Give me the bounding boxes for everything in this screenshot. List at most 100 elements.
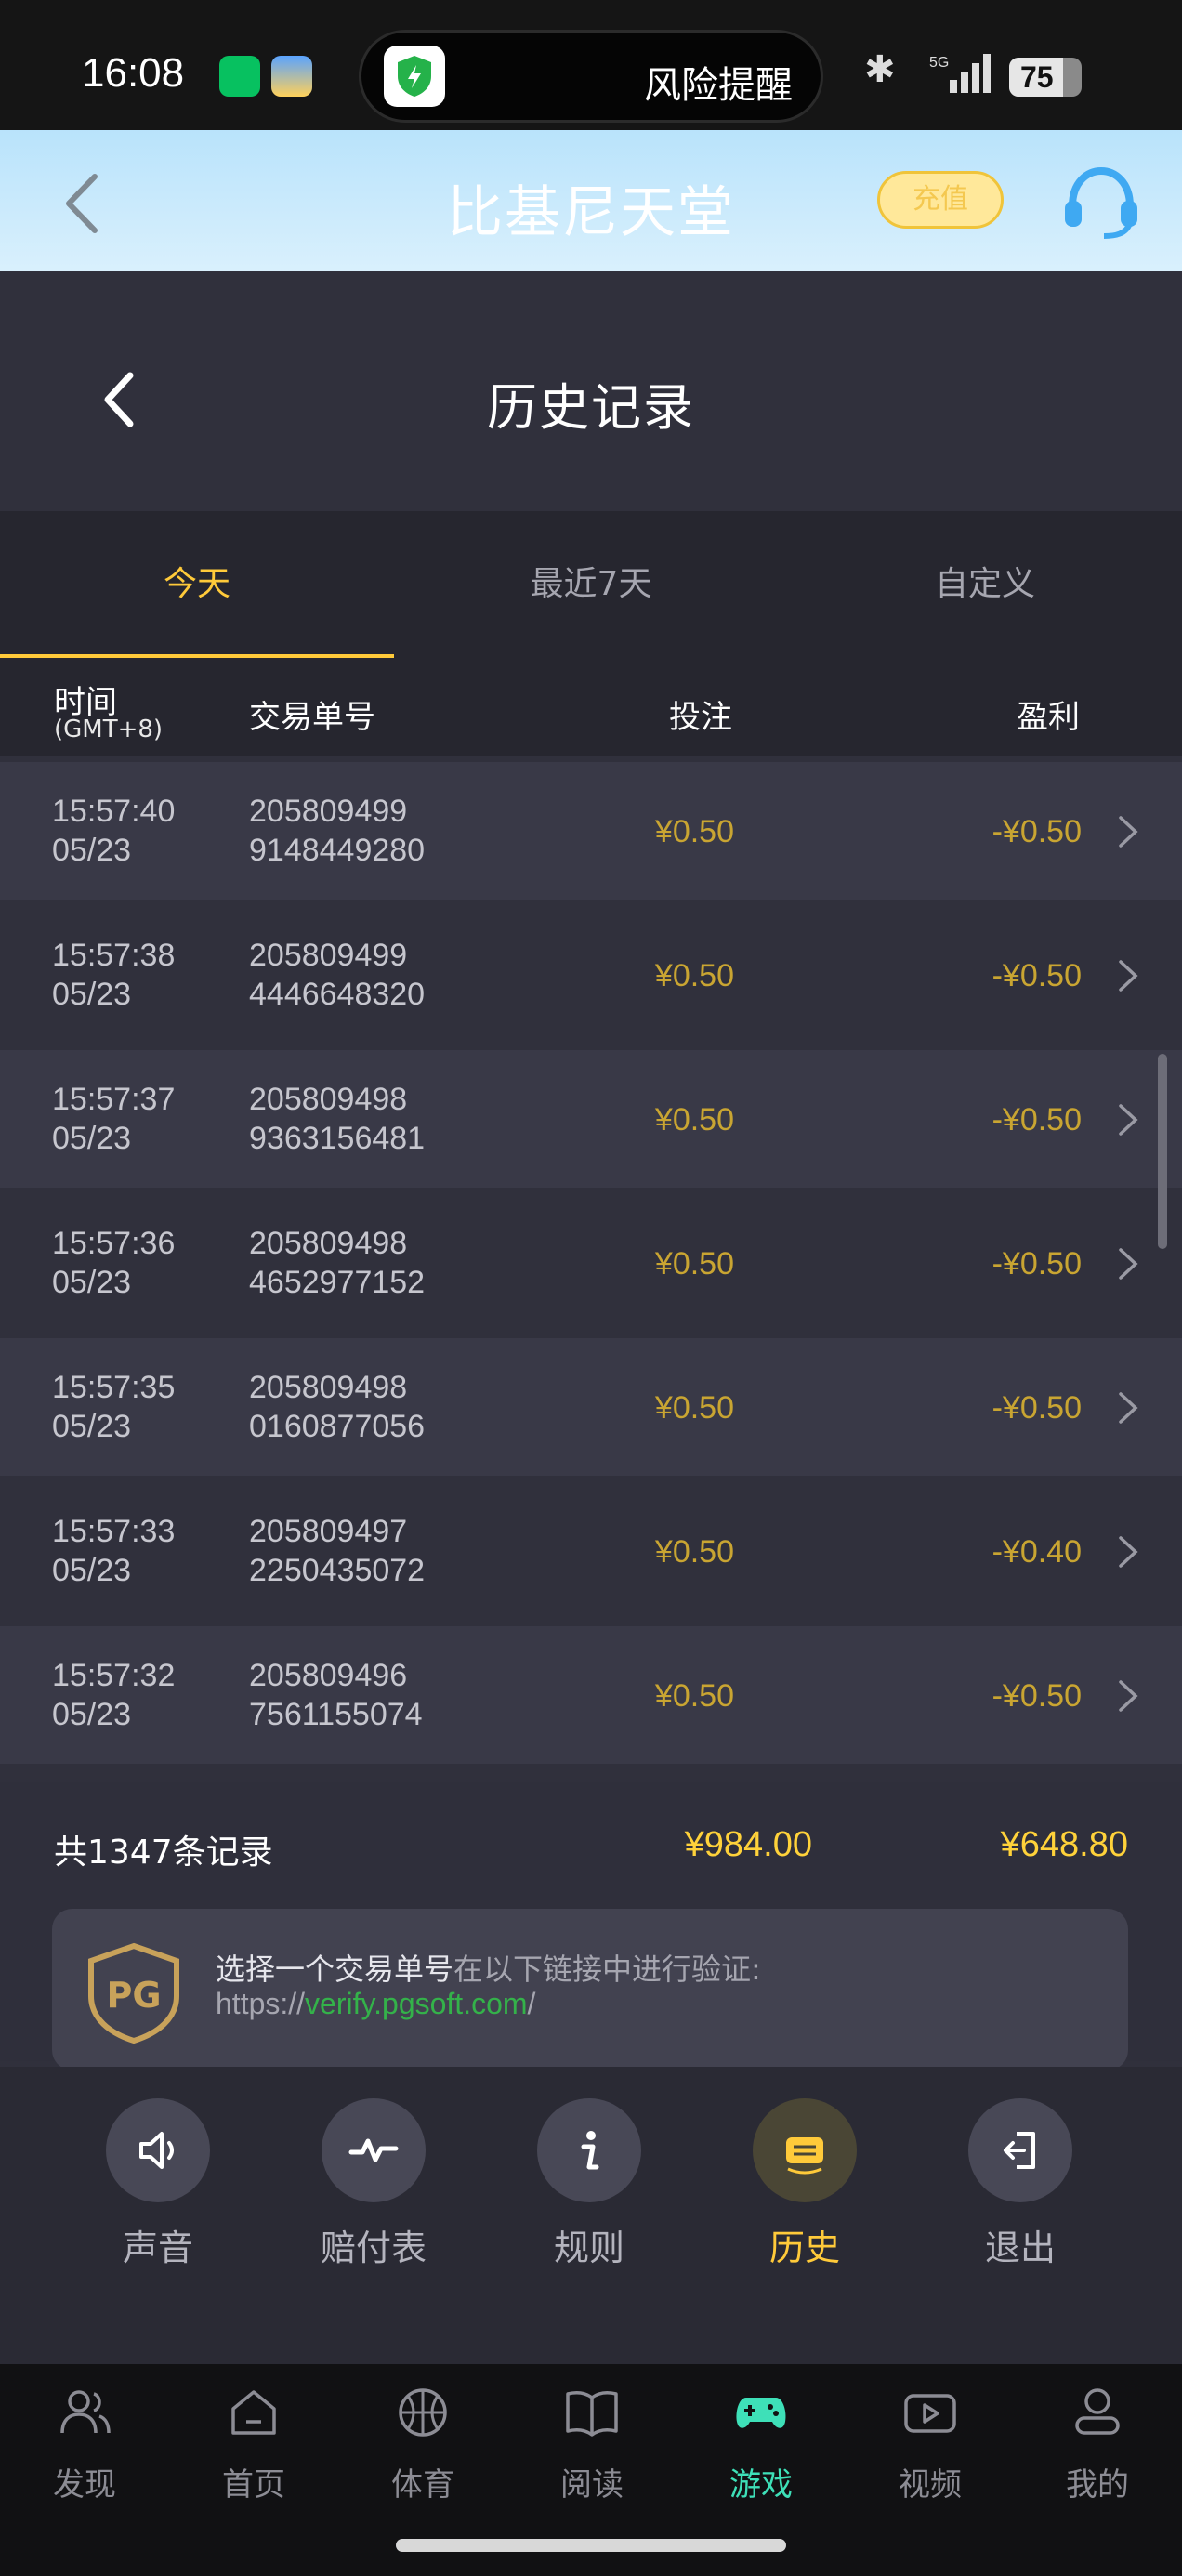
- total-bet: ¥984.00: [684, 1825, 812, 1864]
- total-records: 共1347条记录: [54, 1833, 273, 1872]
- verify-highlight: 选择一个交易单号: [216, 1952, 454, 1987]
- bluetooth-icon: ✱: [864, 48, 896, 91]
- nav-games[interactable]: 游戏: [676, 2385, 846, 2524]
- tab-last-7-days[interactable]: 最近7天: [394, 511, 788, 658]
- row-txn: 205809499: [249, 938, 408, 973]
- exit-button[interactable]: 退出: [927, 2098, 1113, 2303]
- nav-home[interactable]: 首页: [169, 2385, 338, 2524]
- row-date: 05/23: [52, 1121, 132, 1156]
- recharge-button[interactable]: 充值: [877, 171, 1004, 229]
- table-row[interactable]: 15:57:38 05/23 205809499 4446648320 ¥0.5…: [0, 906, 1182, 1044]
- table-row[interactable]: 15:57:32 05/23 205809496 7561155074 ¥0.5…: [0, 1626, 1182, 1764]
- row-time: 15:57:36: [52, 1226, 176, 1261]
- tab-custom[interactable]: 自定义: [788, 511, 1182, 658]
- row-txn-cont: 4446648320: [249, 977, 426, 1012]
- row-bet: ¥0.50: [654, 1678, 734, 1714]
- rules-label: 规则: [553, 2228, 624, 2268]
- network-label: 5G: [929, 55, 949, 71]
- history-label: 历史: [768, 2228, 840, 2268]
- row-bet: ¥0.50: [654, 958, 734, 993]
- column-profit: 盈利: [1017, 699, 1080, 736]
- chevron-right-icon: [1119, 960, 1138, 992]
- column-header: 时间 (GMT+8) 交易单号 投注 盈利: [0, 658, 1182, 756]
- headset-icon: [1065, 166, 1137, 239]
- row-bet: ¥0.50: [654, 1390, 734, 1426]
- row-txn: 205809499: [249, 794, 408, 829]
- nav-discover[interactable]: 发现: [0, 2385, 169, 2524]
- customer-service-button[interactable]: [1059, 165, 1143, 240]
- nav-discover-label: 发现: [53, 2466, 116, 2504]
- row-profit: -¥0.50: [992, 1246, 1082, 1281]
- sound-button[interactable]: 声音: [65, 2098, 251, 2303]
- table-row[interactable]: 15:57:37 05/23 205809498 9363156481 ¥0.5…: [0, 1050, 1182, 1188]
- video-icon: [904, 2394, 956, 2433]
- row-profit: -¥0.50: [992, 814, 1082, 849]
- row-date: 05/23: [52, 977, 132, 1012]
- column-transaction: 交易单号: [249, 699, 375, 736]
- row-txn-cont: 9148449280: [249, 833, 426, 868]
- row-time: 15:57:32: [52, 1658, 176, 1693]
- exit-icon: [1004, 2132, 1035, 2169]
- nav-video-label: 视频: [899, 2466, 962, 2504]
- gamepad-icon: [736, 2398, 786, 2428]
- user-icon: [1075, 2388, 1120, 2435]
- status-time: 16:08: [82, 50, 185, 96]
- info-icon: [581, 2131, 599, 2170]
- table-row[interactable]: 15:57:33 05/23 205809497 2250435072 ¥0.5…: [0, 1482, 1182, 1620]
- row-txn: 205809498: [249, 1082, 408, 1117]
- pg-logo-icon: PG: [88, 1942, 179, 2044]
- verify-url: https://verify.pgsoft.com/: [216, 1987, 535, 2021]
- battery-level: 75: [1020, 60, 1054, 94]
- table-row[interactable]: 15:57:40 05/23 205809499 9148449280 ¥0.5…: [0, 762, 1182, 900]
- tab-today[interactable]: 今天: [0, 511, 394, 658]
- row-time: 15:57:40: [52, 794, 176, 829]
- row-date: 05/23: [52, 833, 132, 868]
- chevron-right-icon: [1119, 1392, 1138, 1424]
- risk-alert-pill[interactable]: 风险提醒: [359, 30, 823, 123]
- nav-sports[interactable]: 体育: [338, 2385, 507, 2524]
- row-profit: -¥0.50: [992, 1102, 1082, 1137]
- totals-section: 共1347条记录 ¥984.00 ¥648.80 PG 选择一个交易单号在以下链…: [0, 1782, 1182, 2070]
- basketball-icon: [399, 2388, 447, 2437]
- paytable-button[interactable]: 赔付表: [281, 2098, 466, 2303]
- list-scrollbar[interactable]: [1158, 1054, 1167, 1249]
- row-txn-cont: 0160877056: [249, 1409, 426, 1444]
- row-time: 15:57:38: [52, 938, 176, 973]
- verify-link[interactable]: verify.pgsoft.com: [305, 1987, 527, 2020]
- people-icon: [60, 2390, 111, 2434]
- home-icon: [231, 2390, 276, 2435]
- row-txn-cont: 7561155074: [249, 1697, 423, 1732]
- row-txn-cont: 2250435072: [249, 1553, 426, 1588]
- chevron-right-icon: [1119, 1536, 1138, 1568]
- battery-icon: 75: [1009, 58, 1082, 97]
- rules-button[interactable]: 规则: [496, 2098, 682, 2303]
- nav-games-label: 游戏: [729, 2466, 793, 2504]
- history-title: 历史记录: [487, 378, 695, 437]
- row-date: 05/23: [52, 1409, 132, 1444]
- nav-video[interactable]: 视频: [846, 2385, 1015, 2524]
- table-row[interactable]: 15:57:35 05/23 205809498 0160877056 ¥0.5…: [0, 1338, 1182, 1476]
- row-bet: ¥0.50: [654, 1102, 734, 1137]
- risk-label: 风险提醒: [644, 64, 793, 107]
- paytable-icon: [348, 2138, 399, 2162]
- status-bar: 16:08 风险提醒 ✱ 5G 75: [0, 0, 1182, 130]
- table-row[interactable]: 15:57:36 05/23 205809498 4652977152 ¥0.5…: [0, 1194, 1182, 1332]
- history-button[interactable]: 历史: [712, 2098, 898, 2303]
- row-time: 15:57:35: [52, 1370, 176, 1405]
- row-time: 15:57:33: [52, 1514, 176, 1549]
- svg-text:PG: PG: [106, 1975, 161, 2016]
- row-txn: 205809496: [249, 1658, 408, 1693]
- speaker-icon: [139, 2132, 174, 2169]
- nav-me[interactable]: 我的: [1013, 2385, 1182, 2524]
- column-timezone: (GMT+8): [54, 716, 164, 743]
- paytable-label: 赔付表: [320, 2228, 427, 2268]
- row-profit: -¥0.50: [992, 1390, 1082, 1426]
- game-controls: 声音 赔付表 规则 历史 退出: [0, 2067, 1182, 2364]
- nav-read[interactable]: 阅读: [507, 2385, 676, 2524]
- app-header: 比基尼天堂 充值: [0, 130, 1182, 271]
- nav-read-label: 阅读: [560, 2466, 624, 2504]
- total-profit: ¥648.80: [1000, 1825, 1128, 1864]
- home-indicator[interactable]: [396, 2539, 786, 2552]
- row-date: 05/23: [52, 1697, 132, 1732]
- nav-me-label: 我的: [1066, 2466, 1129, 2504]
